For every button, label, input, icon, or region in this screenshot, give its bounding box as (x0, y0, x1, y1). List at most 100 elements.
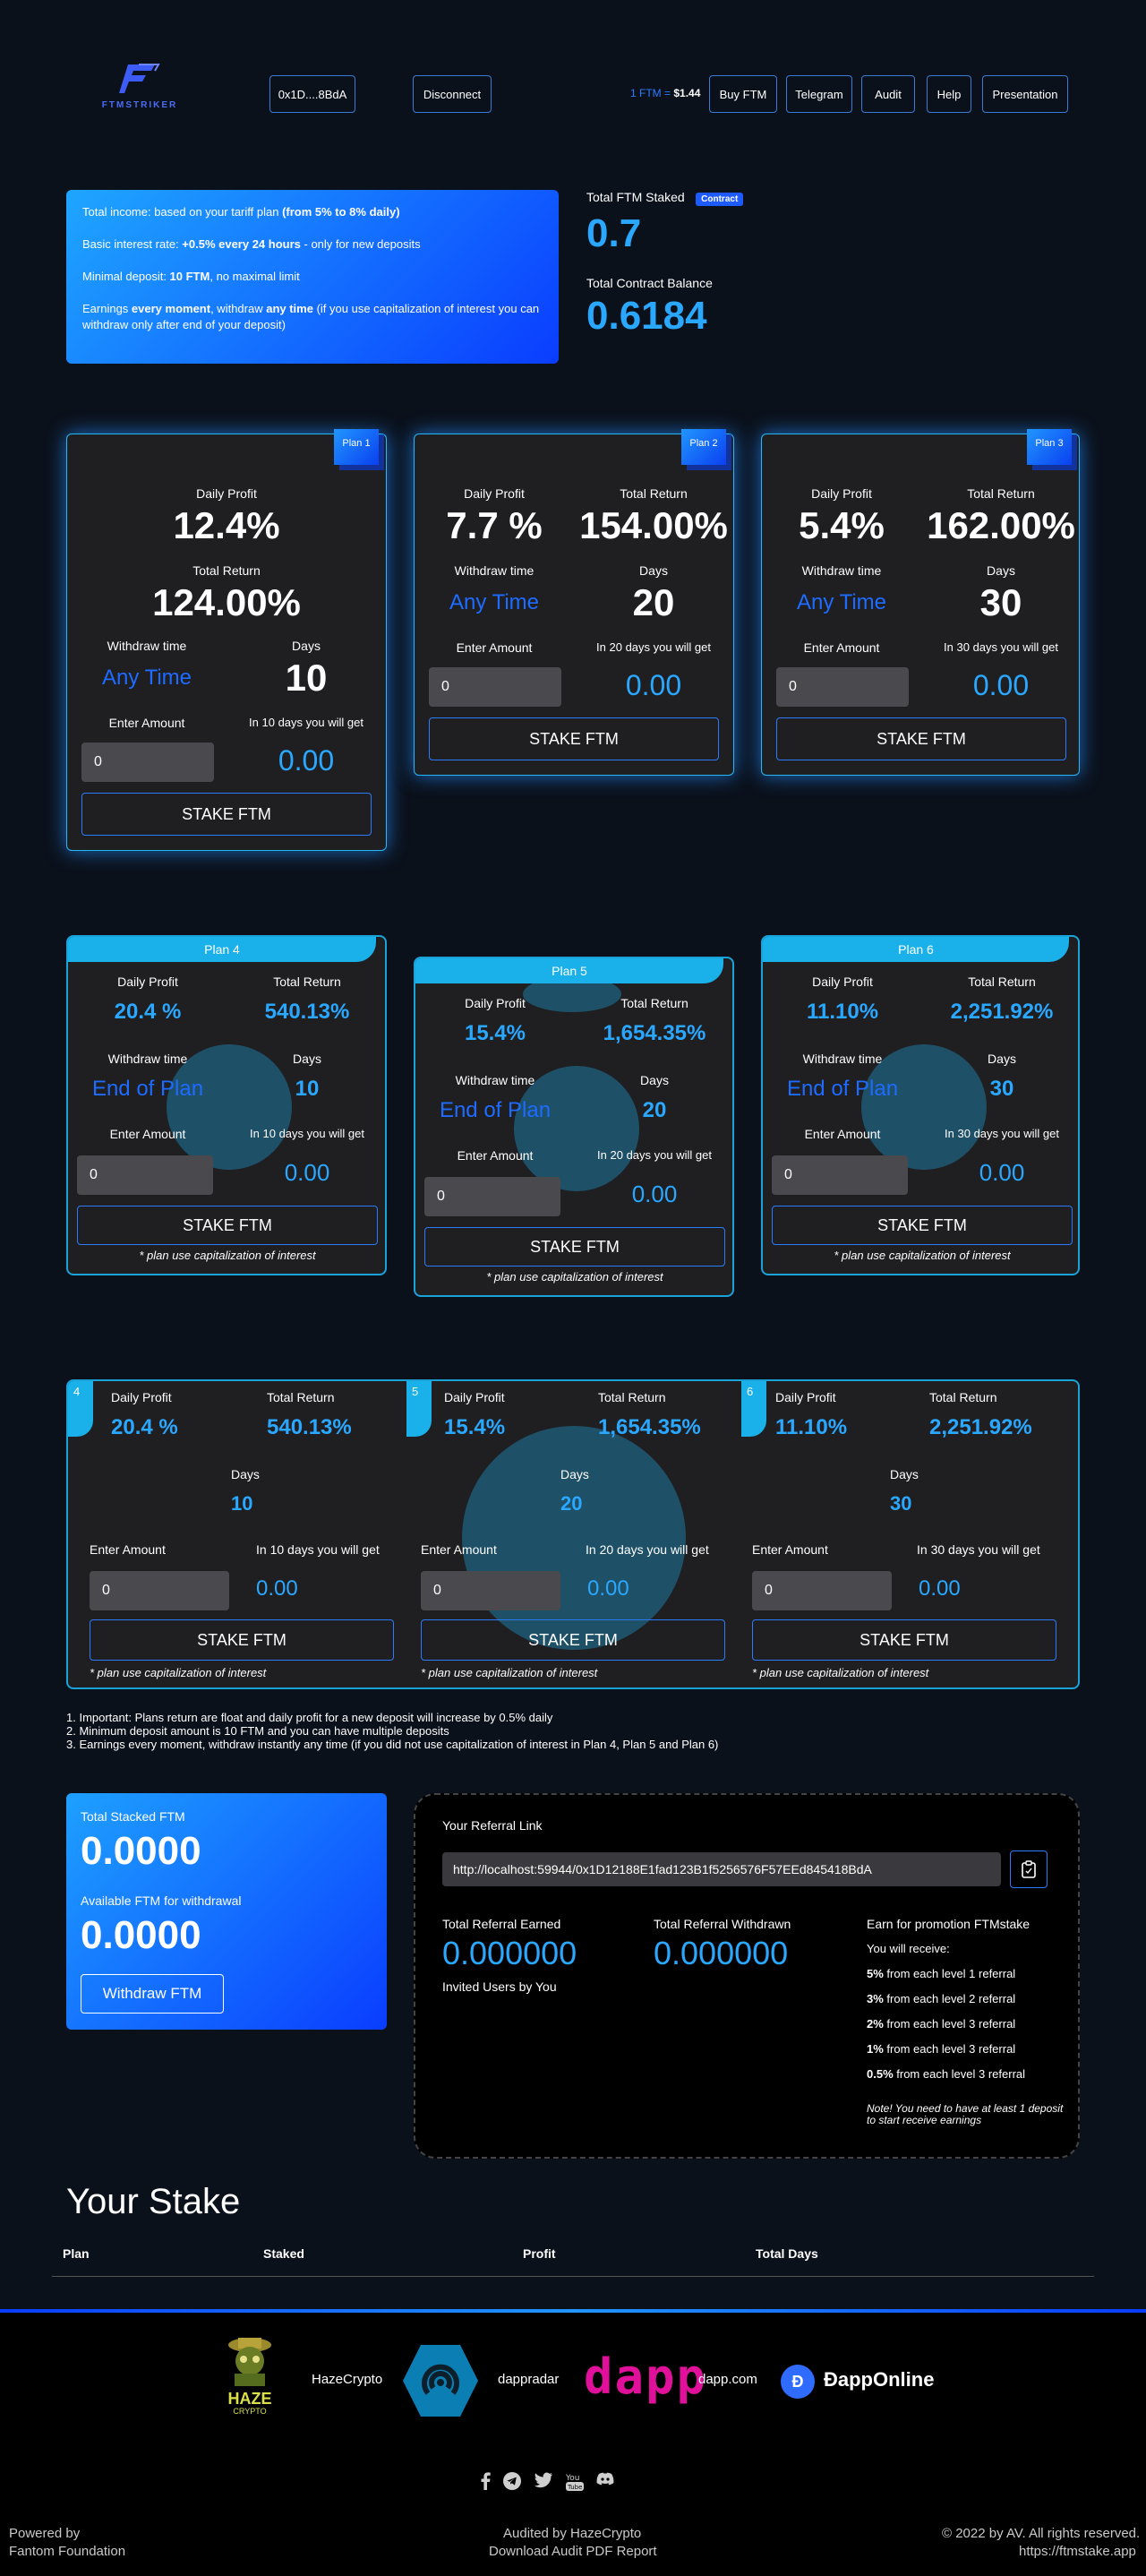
daily-profit-label: Daily Profit (444, 1390, 505, 1404)
daily-profit-label: Daily Profit (117, 975, 178, 989)
withdraw-time-label: Withdraw time (455, 1073, 535, 1087)
total-return-value: 1,654.35% (598, 1415, 701, 1439)
withdraw-ftm-button[interactable]: Withdraw FTM (81, 1974, 224, 2014)
enter-amount-label: Enter Amount (752, 1542, 828, 1557)
plan-card-6: Plan 6 Daily Profit Total Return 11.10% … (761, 935, 1080, 1275)
days-label: Days (293, 1052, 321, 1066)
days-label: Days (987, 563, 1015, 578)
referral-earned-value: 0.000000 (442, 1935, 577, 1971)
facebook-icon[interactable] (480, 2472, 491, 2490)
nav-presentation[interactable]: Presentation (982, 75, 1068, 113)
amount-input[interactable] (421, 1571, 560, 1610)
you-will-get-value: 0.00 (972, 669, 1030, 701)
daily-profit-label: Daily Profit (111, 1390, 172, 1404)
plan-card-1: Plan 1 Daily Profit 12.4% Total Return 1… (66, 429, 387, 851)
brand-logo[interactable]: FTMSTRIKER (97, 63, 183, 110)
total-return-label: Total Return (273, 975, 341, 989)
dappcom-logo[interactable]: dapp (584, 2348, 707, 2405)
you-will-get-label: In 30 days you will get (944, 640, 1058, 654)
note-line: 3. Earnings every moment, withdraw insta… (66, 1738, 719, 1751)
dappradar-logo[interactable] (401, 2343, 480, 2423)
plan-tag: Plan 3 (1027, 429, 1072, 465)
dapponline-icon[interactable]: Đ (781, 2365, 815, 2399)
you-will-get-label: In 30 days you will get (917, 1542, 1040, 1557)
stake-ftm-button[interactable]: STAKE FTM (776, 717, 1066, 760)
svg-text:Tube: Tube (567, 2484, 582, 2491)
hazecrypto-mascot-icon (228, 2338, 271, 2386)
days-value: 30 (979, 581, 1022, 623)
telegram-icon[interactable] (503, 2472, 521, 2490)
nav-buy-ftm[interactable]: Buy FTM (709, 75, 777, 113)
you-will-get-value: 0.00 (625, 669, 682, 701)
column-staked: Staked (263, 2246, 304, 2261)
you-will-get-value: 0.00 (278, 744, 335, 777)
plan-tag: 5 (406, 1381, 432, 1437)
you-will-get-label: In 20 days you will get (586, 1542, 709, 1557)
plan-tag: Plan 1 (334, 429, 379, 465)
plan-card-3: Plan 3 Daily Profit Total Return 5.4% 16… (761, 429, 1080, 776)
stake-ftm-button[interactable]: STAKE FTM (77, 1206, 378, 1245)
total-return-value: 2,251.92% (950, 1000, 1054, 1024)
contract-balance-label: Total Contract Balance (586, 276, 713, 290)
referral-note: Note! You need to have at least 1 deposi… (867, 2102, 1064, 2126)
you-will-get-label: In 20 days you will get (596, 640, 711, 654)
days-value: 20 (632, 581, 675, 623)
discord-icon[interactable] (596, 2472, 614, 2486)
amount-input[interactable] (90, 1571, 229, 1610)
you-will-get-label: In 20 days you will get (597, 1148, 712, 1162)
total-return-value: 1,654.35% (603, 1021, 706, 1045)
nav-telegram[interactable]: Telegram (786, 75, 852, 113)
hazecrypto-logo[interactable]: HAZE CRYPTO (222, 2332, 278, 2424)
amount-input[interactable] (752, 1571, 892, 1610)
referral-link-field[interactable]: http://localhost:59944/0x1D12188E1fad123… (442, 1852, 1001, 1886)
capitalization-note: * plan use capitalization of interest (834, 1249, 1011, 1262)
you-will-get-value: 0.00 (631, 1181, 678, 1207)
copy-link-button[interactable] (1010, 1850, 1048, 1888)
referral-level-3: 2% from each level 3 referral (867, 2017, 1016, 2031)
total-return-value: 540.13% (264, 1000, 350, 1024)
plan-tag: Plan 2 (681, 429, 726, 465)
fantom-foundation-link[interactable]: Fantom Foundation (9, 2544, 125, 2559)
youtube-icon[interactable]: YouTube (566, 2472, 584, 2492)
stake-ftm-button[interactable]: STAKE FTM (772, 1206, 1073, 1245)
contract-balance-value: 0.6184 (586, 294, 707, 338)
available-value: 0.0000 (81, 1913, 201, 1957)
plan-tag: Plan 5 (415, 958, 723, 983)
stake-ftm-button[interactable]: STAKE FTM (81, 793, 372, 836)
referral-panel: Your Referral Link http://localhost:5994… (414, 1793, 1080, 2159)
total-return-value: 124.00% (152, 581, 301, 623)
contract-badge[interactable]: Contract (696, 193, 744, 206)
you-will-get-value: 0.00 (587, 1576, 629, 1601)
nav-help[interactable]: Help (927, 75, 971, 113)
amount-input[interactable] (429, 667, 561, 707)
amount-input[interactable] (772, 1155, 908, 1195)
daily-profit-value: 12.4% (173, 504, 280, 546)
haze-logo-text: HAZE (227, 2390, 272, 2408)
amount-input[interactable] (77, 1155, 213, 1195)
stake-ftm-button[interactable]: STAKE FTM (90, 1619, 394, 1661)
download-audit-link[interactable]: Download Audit PDF Report (489, 2544, 657, 2559)
capitalization-note: * plan use capitalization of interest (486, 1270, 663, 1284)
amount-input[interactable] (81, 743, 214, 782)
referral-level-4: 1% from each level 3 referral (867, 2042, 1016, 2056)
total-return-label: Total Return (598, 1390, 666, 1404)
dapponline-label: ĐappOnline (824, 2368, 935, 2391)
site-link[interactable]: https://ftmstake.app (1019, 2544, 1136, 2559)
stacked-panel: Total Stacked FTM 0.0000 Available FTM f… (66, 1793, 387, 2030)
stake-ftm-button[interactable]: STAKE FTM (421, 1619, 725, 1661)
amount-input[interactable] (776, 667, 909, 707)
wallet-address-button[interactable]: 0x1D....8BdA (269, 75, 355, 113)
brand-name: FTMSTRIKER (101, 100, 178, 110)
nav-audit[interactable]: Audit (861, 75, 915, 113)
disconnect-button[interactable]: Disconnect (413, 75, 492, 113)
combined-plans-card: 4 Daily Profit 20.4 % Total Return 540.1… (66, 1379, 1080, 1689)
stake-ftm-button[interactable]: STAKE FTM (429, 717, 719, 760)
amount-input[interactable] (424, 1177, 560, 1216)
stake-ftm-button[interactable]: STAKE FTM (752, 1619, 1056, 1661)
withdraw-time-label: Withdraw time (802, 1052, 883, 1066)
plan-tag: 6 (741, 1381, 766, 1437)
days-value: 30 (890, 1492, 912, 1515)
stake-ftm-button[interactable]: STAKE FTM (424, 1227, 725, 1267)
twitter-icon[interactable] (534, 2472, 553, 2488)
total-return-value: 540.13% (267, 1415, 352, 1439)
